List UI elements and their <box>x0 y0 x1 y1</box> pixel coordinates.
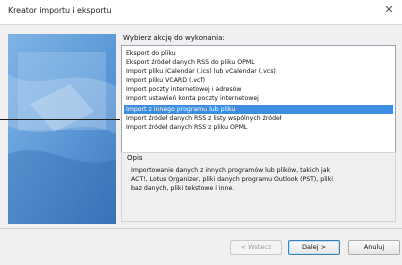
cancel-button[interactable]: Anuluj <box>348 240 400 255</box>
next-button[interactable]: Dalej > <box>288 240 340 255</box>
action-listbox[interactable]: Eksport do pliku Eksport źródeł danych R… <box>121 45 396 153</box>
import-export-wizard-window: Kreator importu i eksportu ✕ Wybierz akc… <box>0 0 402 265</box>
description-caption: Opis <box>125 154 145 162</box>
action-item-import-account-settings[interactable]: Import ustawień konta poczty internetowe… <box>124 94 393 103</box>
button-separator <box>0 228 402 229</box>
close-icon[interactable]: ✕ <box>382 3 396 17</box>
callout-line <box>0 119 120 120</box>
title-bar: Kreator importu i eksportu ✕ <box>0 0 402 25</box>
action-item-import-rss-common-list[interactable]: Import źródeł danych RSS z listy wspólny… <box>124 114 393 123</box>
action-item-import-rss-opml[interactable]: Import źródeł danych RSS z pliku OPML <box>124 123 393 132</box>
description-text: Importowanie danych z innych programów l… <box>131 167 333 192</box>
back-button[interactable]: < Wstecz <box>230 240 282 255</box>
action-item-import-internet-mail[interactable]: Import poczty internetowej i adresów <box>124 85 393 94</box>
action-item-export-to-file[interactable]: Eksport do pliku <box>124 49 393 58</box>
choose-action-label: Wybierz akcję do wykonania: <box>123 34 225 42</box>
action-item-import-icalendar[interactable]: Import pliku iCalendar (.ics) lub vCalen… <box>124 67 393 76</box>
wizard-illustration <box>8 34 116 224</box>
description-group: Opis Importowanie danych z innych progra… <box>121 152 396 222</box>
window-title: Kreator importu i eksportu <box>8 6 112 15</box>
action-item-import-from-other-program[interactable]: Import z innego programu lub pliku <box>124 105 393 114</box>
action-item-export-rss-opml[interactable]: Eksport źródeł danych RSS do pliku OPML <box>124 58 393 67</box>
action-item-import-vcard[interactable]: Import pliku VCARD (.vcf) <box>124 76 393 85</box>
